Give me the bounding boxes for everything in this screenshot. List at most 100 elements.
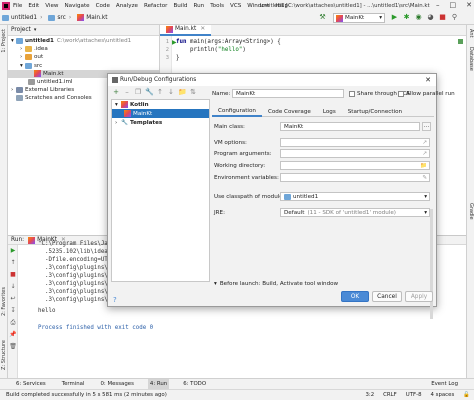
messages-tab[interactable]: 0: Messages <box>98 379 135 389</box>
environment-variables-input[interactable]: ✎ <box>280 173 430 182</box>
folder-icon[interactable]: 📁 <box>420 163 427 169</box>
stop-icon[interactable]: ■ <box>9 271 17 279</box>
inspection-ok-icon[interactable] <box>458 39 463 44</box>
terminal-tab[interactable]: Terminal <box>60 379 87 389</box>
down-arrow-icon[interactable]: ↓ <box>9 283 17 291</box>
menu-build[interactable]: Build <box>173 3 187 9</box>
breadcrumb-project[interactable]: untitled1 › <box>2 14 45 21</box>
help-icon[interactable]: ? <box>113 296 117 304</box>
cancel-button[interactable]: Cancel <box>372 291 402 302</box>
tree-item-root[interactable]: ▾ untitled1 C:\work\attaches\untitled1 <box>8 37 159 45</box>
stop-icon[interactable]: ■ <box>438 13 447 22</box>
copy-icon[interactable]: ❐ <box>134 88 142 96</box>
main-class-input[interactable]: MainKt <box>280 122 420 131</box>
menu-code[interactable]: Code <box>96 3 110 9</box>
gradle-tool-tab[interactable]: Gradle <box>468 203 474 220</box>
tab-code-coverage[interactable]: Code Coverage <box>262 107 317 117</box>
tab-startup-connection[interactable]: Startup/Connection <box>342 107 408 117</box>
run-configuration-select[interactable]: MainKt ▾ <box>333 13 385 23</box>
expand-icon[interactable]: ↗ <box>422 151 427 157</box>
editor-tab-main-kt[interactable]: Main.kt ✕ <box>160 24 212 36</box>
trash-icon[interactable]: 🗑 <box>9 343 17 351</box>
vm-options-input[interactable]: ↗ <box>280 138 430 147</box>
minimize-icon[interactable]: – <box>436 1 440 9</box>
menu-edit[interactable]: Edit <box>28 3 39 9</box>
working-directory-input[interactable]: 📁 <box>280 161 430 170</box>
event-log-tab[interactable]: Event Log <box>429 379 460 389</box>
close-icon[interactable]: ✕ <box>200 26 205 32</box>
browse-main-class-button[interactable]: ... <box>422 122 431 131</box>
folder-icon[interactable]: 📁 <box>178 88 187 96</box>
debug-icon[interactable]: ✱ <box>402 13 411 22</box>
file-encoding[interactable]: UTF-8 <box>406 392 422 398</box>
search-icon[interactable]: ⚲ <box>450 13 459 22</box>
breadcrumb-file[interactable]: Main.kt <box>77 14 108 21</box>
edit-icon[interactable]: ✎ <box>422 175 427 181</box>
name-input[interactable]: MainKt <box>232 89 344 98</box>
ok-button[interactable]: OK <box>341 291 369 302</box>
structure-tool-tab[interactable]: Z: Structure <box>1 340 7 370</box>
scrollbar[interactable] <box>430 209 433 319</box>
breadcrumb-src[interactable]: src › <box>48 14 74 21</box>
add-icon[interactable]: + <box>112 88 120 96</box>
maximize-icon[interactable]: □ <box>450 1 457 9</box>
menu-file[interactable]: File <box>13 3 22 9</box>
coverage-icon[interactable]: ◉ <box>414 13 423 22</box>
wrap-icon[interactable]: ↩ <box>9 295 17 303</box>
status-message[interactable]: Build completed successfully in 5 s 581 … <box>6 392 167 398</box>
menu-vcs[interactable]: VCS <box>230 3 241 9</box>
lock-icon[interactable]: 🔓 <box>463 392 470 398</box>
project-tool-tab[interactable]: 1: Project <box>1 29 7 53</box>
apply-button[interactable]: Apply <box>405 291 433 302</box>
close-icon[interactable]: ✕ <box>425 76 431 84</box>
working-directory-label: Working directory: <box>214 163 266 169</box>
console-line: -Dfile.encoding=UTF <box>38 257 112 263</box>
tree-item-src[interactable]: ▾ src <box>8 62 159 70</box>
allow-parallel-checkbox[interactable]: Allow parallel run <box>398 91 455 97</box>
rerun-icon[interactable]: ▶ <box>9 247 17 255</box>
wrench-icon[interactable]: 🔧 <box>145 88 154 96</box>
indent-setting[interactable]: 4 spaces <box>431 392 455 398</box>
tree-item-out[interactable]: › out <box>8 53 159 61</box>
tab-logs[interactable]: Logs <box>317 107 342 117</box>
down-arrow-icon[interactable]: ↓ <box>167 88 175 96</box>
todo-tab[interactable]: 6: TODO <box>181 379 208 389</box>
tab-configuration[interactable]: Configuration <box>212 107 262 117</box>
up-arrow-icon[interactable]: ↑ <box>156 88 164 96</box>
database-tool-tab[interactable]: Database <box>468 47 474 71</box>
run-icon[interactable]: ▶ <box>390 13 399 22</box>
remove-icon[interactable]: – <box>123 88 131 96</box>
tree-item-mainkt[interactable]: MainKt <box>112 109 209 118</box>
run-tab[interactable]: 4: Run <box>147 379 170 389</box>
menu-run[interactable]: Run <box>193 3 204 9</box>
jre-select[interactable]: Default (11 - SDK of 'untitled1' module)… <box>280 208 430 217</box>
line-number: 3 <box>165 55 169 61</box>
up-arrow-icon[interactable]: ↑ <box>9 259 17 267</box>
project-header-label[interactable]: Project <box>11 27 31 33</box>
tree-item-idea[interactable]: › .idea <box>8 45 159 53</box>
tree-group-templates[interactable]: › 🔧 Templates <box>112 118 209 127</box>
tree-group-kotlin[interactable]: ▾ Kotlin <box>112 100 209 109</box>
expand-icon[interactable]: ↗ <box>422 140 427 146</box>
before-launch-section[interactable]: ▾ Before launch: Build, Activate tool wi… <box>214 281 338 287</box>
menu-tools[interactable]: Tools <box>210 3 224 9</box>
hammer-icon[interactable]: ⚒ <box>318 13 327 22</box>
program-arguments-input[interactable]: ↗ <box>280 149 430 158</box>
close-icon[interactable]: ✕ <box>466 1 472 9</box>
line-separator[interactable]: CRLF <box>383 392 397 398</box>
favorites-tool-tab[interactable]: 2: Favorites <box>1 287 7 316</box>
menu-refactor[interactable]: Refactor <box>144 3 167 9</box>
ant-tool-tab[interactable]: Ant <box>468 29 474 38</box>
classpath-module-select[interactable]: untitled1 ▾ <box>280 192 430 201</box>
menu-view[interactable]: View <box>45 3 58 9</box>
sort-icon[interactable]: ⇅ <box>189 88 197 96</box>
services-tab[interactable]: 6: Services <box>14 379 48 389</box>
menu-navigate[interactable]: Navigate <box>65 3 90 9</box>
profile-icon[interactable]: ◕ <box>426 13 435 22</box>
scroll-to-end-icon[interactable]: ↧ <box>9 307 17 315</box>
chevron-down-icon[interactable]: ▾ <box>34 27 37 33</box>
caret-position[interactable]: 3:2 <box>365 392 374 398</box>
pin-icon[interactable]: 📌 <box>9 331 17 339</box>
print-icon[interactable]: ⎙ <box>9 319 17 327</box>
menu-analyze[interactable]: Analyze <box>116 3 138 9</box>
